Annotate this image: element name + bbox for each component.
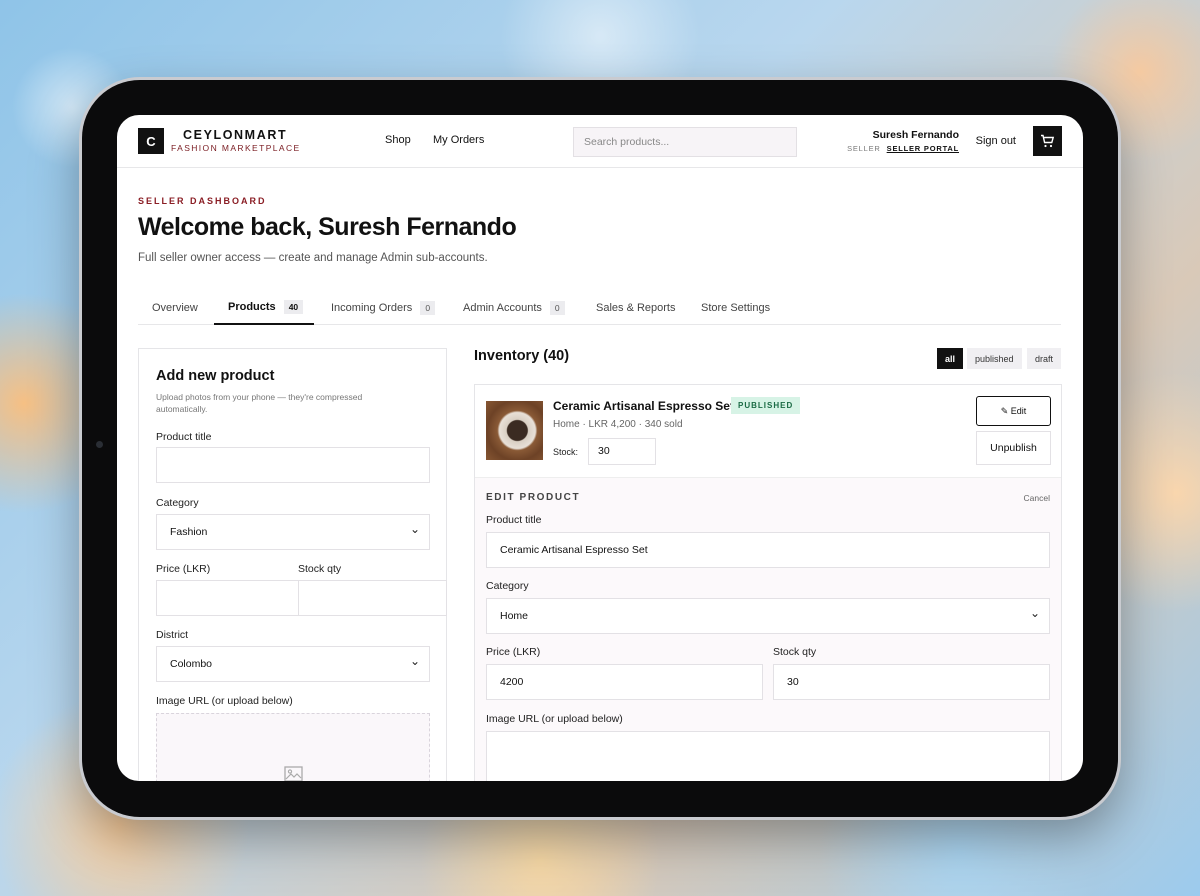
unpublish-button[interactable]: Unpublish <box>976 431 1051 465</box>
district-select[interactable]: Colombo <box>156 644 430 682</box>
tab-label: Incoming Orders <box>331 302 413 314</box>
screen: C CEYLONMART FASHION MARKETPLACE Shop My… <box>117 115 1083 781</box>
tab-products[interactable]: Products 40 <box>214 291 314 325</box>
tab-incoming-orders[interactable]: Incoming Orders 0 <box>317 291 449 325</box>
role-label: SELLER <box>847 144 881 153</box>
district-label: District <box>156 629 189 641</box>
brand-name: CEYLONMART <box>183 128 288 142</box>
tab-label: Sales & Reports <box>596 302 676 314</box>
product-title-label: Product title <box>156 431 212 443</box>
tab-count: 40 <box>283 300 304 314</box>
top-nav: C CEYLONMART FASHION MARKETPLACE Shop My… <box>117 115 1083 168</box>
cart-button[interactable] <box>1033 126 1062 156</box>
filter-draft[interactable]: draft <box>1027 348 1062 369</box>
sign-out-link[interactable]: Sign out <box>976 135 1016 147</box>
price-input[interactable] <box>156 580 299 616</box>
district-value: Colombo <box>170 658 213 670</box>
search-input[interactable]: Search products... <box>573 127 797 157</box>
page-title: Welcome back, Suresh Fernando <box>138 213 517 241</box>
image-url-label: Image URL (or upload below) <box>156 695 293 707</box>
tab-store-settings[interactable]: Store Settings <box>687 291 784 325</box>
status-badge: PUBLISHED <box>731 397 801 414</box>
edit-product-heading: EDIT PRODUCT <box>486 492 581 503</box>
edit-product-panel: EDIT PRODUCT Cancel Product title Cerami… <box>475 477 1061 781</box>
tab-admin-accounts[interactable]: Admin Accounts 0 <box>449 291 579 325</box>
category-value: Fashion <box>170 526 208 538</box>
add-product-title: Add new product <box>156 368 275 384</box>
tab-count: 0 <box>549 301 565 315</box>
edit-price-label: Price (LKR) <box>486 646 541 658</box>
edit-stock-label: Stock qty <box>773 646 817 658</box>
product-meta: Home · LKR 4,200 · 340 sold <box>553 419 683 430</box>
category-select[interactable]: Fashion <box>156 512 430 550</box>
edit-image-url-input[interactable] <box>486 731 1050 781</box>
logo-mark[interactable]: C <box>138 128 164 154</box>
tab-overview[interactable]: Overview <box>138 291 212 325</box>
edit-category-value: Home <box>500 610 529 622</box>
tab-label: Overview <box>152 302 198 314</box>
nav-link-shop[interactable]: Shop <box>385 134 411 146</box>
product-name: Ceramic Artisanal Espresso Set <box>553 399 734 413</box>
edit-title-label: Product title <box>486 514 542 526</box>
add-product-helper: Upload photos from your phone — they're … <box>156 392 363 414</box>
category-label: Category <box>156 497 199 509</box>
image-upload-dropzone[interactable] <box>156 713 430 781</box>
tab-label: Store Settings <box>701 302 771 314</box>
cancel-edit-link[interactable]: Cancel <box>1024 493 1050 503</box>
image-icon <box>284 766 303 781</box>
page-subtitle: Full seller owner access — create and ma… <box>138 252 488 264</box>
filter-published[interactable]: published <box>967 348 1022 369</box>
product-title-input[interactable] <box>156 447 430 483</box>
price-label: Price (LKR) <box>156 563 211 575</box>
tab-label: Admin Accounts <box>463 302 542 314</box>
brand-tagline: FASHION MARKETPLACE <box>171 143 301 153</box>
edit-image-url-label: Image URL (or upload below) <box>486 713 623 725</box>
brand[interactable]: CEYLONMART FASHION MARKETPLACE <box>171 129 301 154</box>
tab-label: Products <box>228 301 276 313</box>
product-thumbnail <box>486 401 543 460</box>
tab-sales-reports[interactable]: Sales & Reports <box>582 291 689 325</box>
page-eyebrow: SELLER DASHBOARD <box>138 196 267 206</box>
cart-icon <box>1041 134 1055 148</box>
tab-count: 0 <box>420 301 436 315</box>
stock-label: Stock qty <box>298 563 342 575</box>
edit-button[interactable]: ✎ Edit <box>976 396 1051 426</box>
edit-category-select[interactable]: Home <box>486 596 1050 634</box>
inventory-title: Inventory (40) <box>474 348 570 364</box>
tablet-frame: C CEYLONMART FASHION MARKETPLACE Shop My… <box>82 80 1118 817</box>
stock-input[interactable] <box>298 580 447 616</box>
stock-label: Stock: <box>553 447 579 457</box>
dashboard-tabs: Overview Products 40 Incoming Orders 0 Adm… <box>138 291 1061 325</box>
add-product-card: Add new product Upload photos from your … <box>138 348 447 781</box>
edit-stock-input[interactable]: 30 <box>773 664 1050 700</box>
edit-title-input[interactable]: Ceramic Artisanal Espresso Set <box>486 532 1050 568</box>
edit-price-input[interactable]: 4200 <box>486 664 763 700</box>
nav-link-my-orders[interactable]: My Orders <box>433 134 484 146</box>
filter-all[interactable]: all <box>937 348 964 369</box>
user-name: Suresh Fernando <box>872 129 959 141</box>
product-card: Ceramic Artisanal Espresso Set PUBLISHED… <box>474 384 1062 781</box>
camera <box>96 441 103 448</box>
seller-portal-link[interactable]: SELLER PORTAL <box>887 144 959 153</box>
stock-input[interactable]: 30 <box>588 438 656 465</box>
user-role: SELLER SELLER PORTAL <box>847 144 959 153</box>
edit-category-label: Category <box>486 580 529 592</box>
